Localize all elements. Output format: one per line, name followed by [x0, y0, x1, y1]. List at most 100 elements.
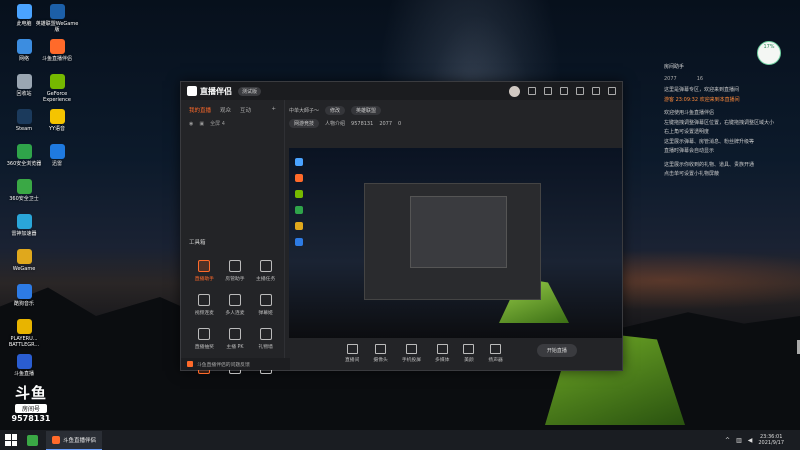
lock-icon[interactable]: ▣: [199, 121, 204, 127]
menu-icon[interactable]: [560, 87, 568, 95]
chat-message: 欢迎使用斗鱼直播伴侣: [664, 110, 715, 116]
left-tabs: 我的直播 观众 互动 +: [181, 100, 284, 120]
chat-stats: 2077 16: [664, 76, 794, 84]
volume-icon[interactable]: ◀: [748, 437, 753, 444]
app-icon: [16, 179, 32, 194]
control-button[interactable]: 美颜: [463, 344, 475, 363]
stream-controls: 直播间 摄像头 手机投屏 多媒体 美颜 扬声器 开始直播: [285, 340, 682, 374]
room-title: 中单大師子～: [289, 108, 320, 114]
chat-message: 这里展示你收到的礼物、道具、贵族开通: [664, 161, 755, 168]
tool-item[interactable]: 视频连麦: [189, 294, 220, 316]
windows-start-icon[interactable]: [5, 434, 17, 446]
title-bar[interactable]: 直播伴侣 测试版: [181, 82, 622, 100]
settings-icon[interactable]: [544, 87, 552, 95]
tab-1[interactable]: 观众: [220, 106, 231, 114]
control-button[interactable]: 直播间: [345, 344, 359, 363]
tool-item[interactable]: 弹幕姬: [250, 294, 281, 316]
app-icon: [49, 74, 65, 89]
tab-2[interactable]: 互动: [240, 106, 251, 114]
desktop-icon-label: YY语音: [48, 126, 66, 132]
close-icon[interactable]: [608, 87, 616, 95]
tool-item[interactable]: 直播抽奖: [189, 328, 220, 350]
viewer-count: 0: [398, 120, 402, 127]
desktop-icon[interactable]: GeForce Experience: [35, 74, 79, 103]
control-label: 扬声器: [488, 358, 503, 363]
followers-count: 2077: [379, 120, 393, 127]
tool-icon: [259, 260, 272, 272]
control-button[interactable]: 手机投屏: [402, 344, 421, 363]
desktop-icon[interactable]: 雷神加速器: [2, 214, 46, 237]
tool-item[interactable]: 房管助手: [220, 260, 251, 282]
app-icon: [49, 144, 65, 159]
feedback-text: 斗鱼直播伴侣的问题反馈: [197, 362, 250, 368]
control-label: 多媒体: [435, 358, 450, 363]
control-icon: [405, 344, 417, 354]
desktop-icon[interactable]: 迅雷: [35, 144, 79, 167]
start-stream-button[interactable]: 开始直播: [536, 344, 577, 357]
add-tab-icon[interactable]: +: [271, 106, 276, 114]
control-icon: [346, 344, 358, 354]
desktop-icon[interactable]: 斗鱼直播伴侣: [35, 39, 79, 62]
tool-item[interactable]: 多人连麦: [220, 294, 251, 316]
subcategory-tag[interactable]: 人物介绍: [325, 120, 345, 127]
app-icon: [16, 214, 32, 229]
chat-message: 这里展示弹幕、房管消息、粉丝牌升级等: [664, 138, 755, 145]
desktop-icon[interactable]: 英雄联盟WeGame版: [35, 4, 79, 33]
app-icon: [49, 4, 65, 19]
eye-icon[interactable]: ◉: [189, 121, 193, 127]
tool-label: 直播抽奖: [194, 345, 214, 350]
control-button[interactable]: 扬声器: [488, 344, 503, 363]
control-icon: [490, 344, 502, 354]
control-button[interactable]: 摄像头: [373, 344, 388, 363]
notification-icon[interactable]: [528, 87, 536, 95]
desktop-icon[interactable]: WeGame: [2, 249, 46, 272]
app-icon: [16, 39, 32, 54]
preview-desktop-icon: [295, 158, 303, 166]
minimize-icon[interactable]: [576, 87, 584, 95]
desktop-icon[interactable]: 360安全卫士: [2, 179, 46, 202]
room-meta-row: 网游竞技 人物介绍 9578131 2077 0: [289, 119, 618, 128]
stream-panel: 中单大師子～ 修改 英雄联盟 网游竞技 人物介绍 9578131 2077 0: [285, 100, 622, 370]
category-selector[interactable]: 英雄联盟: [351, 106, 382, 115]
live-companion-window: 直播伴侣 测试版 我的直播 观众 互动 + ◉ ▣ 全屏 4 工具箱 直播助手 房管助手…: [180, 81, 623, 374]
tool-label: 弹幕姬: [258, 311, 273, 316]
app-icon: [16, 284, 32, 299]
desktop-icon[interactable]: YY语音: [35, 109, 79, 132]
taskbar: 斗鱼直播伴侣 ^ ▥ ◀ 23:36:01 2021/9/17: [0, 430, 800, 450]
room-number: 9578131: [11, 414, 51, 423]
game-tag[interactable]: 网游竞技: [289, 119, 320, 128]
app-title: 直播伴侣: [200, 86, 232, 96]
stream-preview[interactable]: [289, 148, 622, 338]
avatar[interactable]: [509, 85, 520, 97]
network-icon[interactable]: ▥: [736, 437, 742, 444]
desktop-icon[interactable]: PLAYERU... BATTLEGR...: [2, 319, 46, 348]
tool-item[interactable]: 礼物墙: [250, 328, 281, 350]
chat-message: 右上角可设置透明度: [664, 129, 710, 135]
tab-0[interactable]: 我的直播: [189, 106, 211, 114]
scene-label[interactable]: 全屏 4: [210, 120, 225, 127]
desktop-icon[interactable]: 斗鱼直播: [2, 354, 46, 377]
feedback-bar[interactable]: 斗鱼直播伴侣的问题反馈: [181, 358, 290, 370]
tool-item[interactable]: 直播助手: [189, 260, 220, 282]
douyu-taskbar-icon: [52, 435, 60, 444]
maximize-icon[interactable]: [592, 87, 600, 95]
app-icon: [16, 319, 32, 334]
version-badge[interactable]: 测试版: [238, 86, 262, 96]
taskbar-app-douyu[interactable]: 斗鱼直播伴侣: [46, 430, 103, 450]
tool-item[interactable]: 主播 PK: [220, 328, 251, 350]
tool-item[interactable]: 主播任务: [250, 260, 281, 282]
desktop-icon[interactable]: 酷狗音乐: [2, 284, 46, 307]
clock[interactable]: 23:36:01 2021/9/17: [758, 434, 784, 446]
tool-label: 视频连麦: [194, 311, 214, 316]
preview-desktop-icon: [295, 206, 303, 214]
edit-title-button[interactable]: 修改: [325, 106, 346, 115]
taskbar-app-label: 斗鱼直播伴侣: [63, 437, 97, 444]
browser-taskbar-icon[interactable]: [27, 434, 38, 446]
chat-message: 点击单可设置小礼物屏蔽: [664, 171, 720, 177]
cpu-usage-badge[interactable]: 17%: [757, 41, 781, 65]
preview-recursive-window-inner: [410, 196, 507, 268]
control-button[interactable]: 多媒体: [435, 344, 449, 363]
tray-arrow-icon[interactable]: ^: [725, 437, 730, 444]
app-icon: [16, 74, 32, 89]
feedback-icon: [187, 361, 193, 367]
